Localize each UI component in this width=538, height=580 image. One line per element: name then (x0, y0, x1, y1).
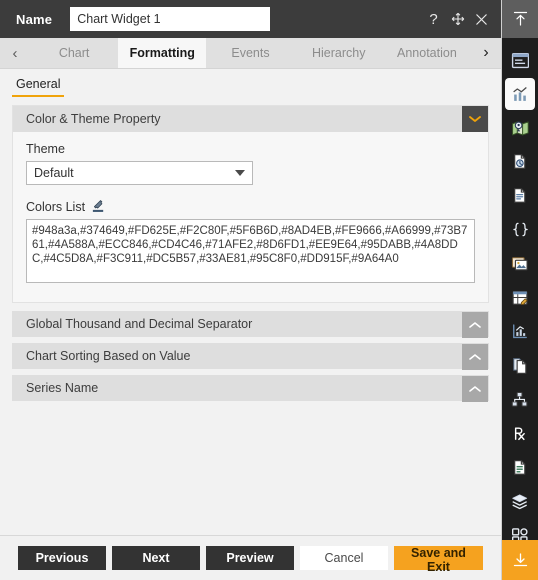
chevron-up-icon[interactable] (462, 344, 488, 370)
section-global-thousand-decimal-separator[interactable]: Global Thousand and Decimal Separator (12, 311, 489, 338)
widget-name-input[interactable] (70, 7, 271, 31)
dialog-main-column: Name ? ‹ ChartFormatting (0, 0, 502, 580)
layout-panel-icon[interactable] (505, 44, 535, 76)
tabs-scroll-right-button[interactable]: › (471, 38, 501, 68)
color-picker-icon[interactable] (91, 199, 106, 214)
tab-chart[interactable]: Chart (30, 38, 119, 68)
collapse-up-icon[interactable] (502, 0, 538, 38)
theme-label: Theme (26, 142, 475, 156)
download-icon[interactable] (502, 540, 538, 580)
document-list-icon[interactable] (505, 452, 535, 484)
next-button[interactable]: Next (112, 546, 200, 570)
help-icon[interactable]: ? (426, 11, 441, 27)
colors-list-label: Colors List (26, 199, 475, 214)
section-title: Color & Theme Property (26, 112, 161, 126)
tab-annotation[interactable]: Annotation (382, 38, 471, 68)
sub-tab-bar: General (0, 69, 501, 97)
tab-strip: ‹ Chart Formatting Events Hierarchy Annotati… (0, 38, 501, 69)
rail-icon-list (502, 38, 538, 540)
document-icon[interactable] (505, 180, 535, 212)
theme-select[interactable]: Default (26, 161, 253, 185)
chevron-down-icon[interactable] (462, 106, 488, 132)
section-title: Global Thousand and Decimal Separator (26, 317, 253, 331)
titlebar-actions: ? (426, 11, 493, 27)
layers-icon[interactable] (505, 486, 535, 518)
section-header-color-theme-property[interactable]: Color & Theme Property (13, 106, 488, 132)
tab-list: Chart Formatting Events Hierarchy Annotation (30, 38, 471, 68)
table-edit-icon[interactable] (505, 282, 535, 314)
file-copy-icon[interactable] (505, 350, 535, 382)
right-toolbar-rail (502, 0, 538, 580)
section-title: Series Name (26, 381, 99, 395)
tabs-scroll-left-button[interactable]: ‹ (0, 38, 30, 68)
colors-list-textarea[interactable] (26, 219, 475, 283)
code-braces-icon[interactable] (505, 214, 535, 246)
tab-formatting[interactable]: Formatting (118, 38, 207, 68)
save-and-exit-button[interactable]: Save and Exit (394, 546, 483, 574)
widget-properties-dialog: Name ? ‹ ChartFormatting (0, 0, 538, 580)
sub-tab-general[interactable]: General (12, 77, 65, 97)
bar-chart-icon[interactable] (505, 78, 535, 110)
section-color-theme-property: Color & Theme Property Theme Default Col… (12, 105, 489, 303)
cancel-button[interactable]: Cancel (300, 546, 388, 570)
hierarchy-icon[interactable] (505, 384, 535, 416)
theme-label-text: Theme (26, 142, 65, 156)
tab-hierarchy[interactable]: Hierarchy (294, 38, 383, 68)
previous-button[interactable]: Previous (18, 546, 106, 570)
section-series-name[interactable]: Series Name (12, 375, 489, 402)
section-chart-sorting-based-on-value[interactable]: Chart Sorting Based on Value (12, 343, 489, 370)
document-clock-icon[interactable] (505, 146, 535, 178)
map-icon[interactable] (505, 112, 535, 144)
dialog-footer: Previous Next Preview Cancel Save and Ex… (0, 535, 501, 580)
preview-button[interactable]: Preview (206, 546, 294, 570)
section-title: Chart Sorting Based on Value (26, 349, 191, 363)
prescription-icon[interactable] (505, 418, 535, 450)
chevron-up-icon[interactable] (462, 312, 488, 338)
section-body-color-theme-property: Theme Default Colors List (13, 132, 488, 302)
move-arrows-icon[interactable] (450, 11, 465, 27)
tab-events[interactable]: Events (206, 38, 295, 68)
image-icon[interactable] (505, 248, 535, 280)
theme-select-wrapper: Default (26, 161, 253, 185)
grid-widgets-icon[interactable] (505, 520, 535, 540)
dialog-titlebar: Name ? (0, 0, 501, 38)
chevron-up-icon[interactable] (462, 376, 488, 402)
close-icon[interactable] (474, 11, 489, 27)
colors-list-label-text: Colors List (26, 199, 86, 214)
properties-body: Color & Theme Property Theme Default Col… (0, 97, 501, 535)
name-label: Name (16, 11, 53, 27)
analytics-icon[interactable] (505, 316, 535, 348)
